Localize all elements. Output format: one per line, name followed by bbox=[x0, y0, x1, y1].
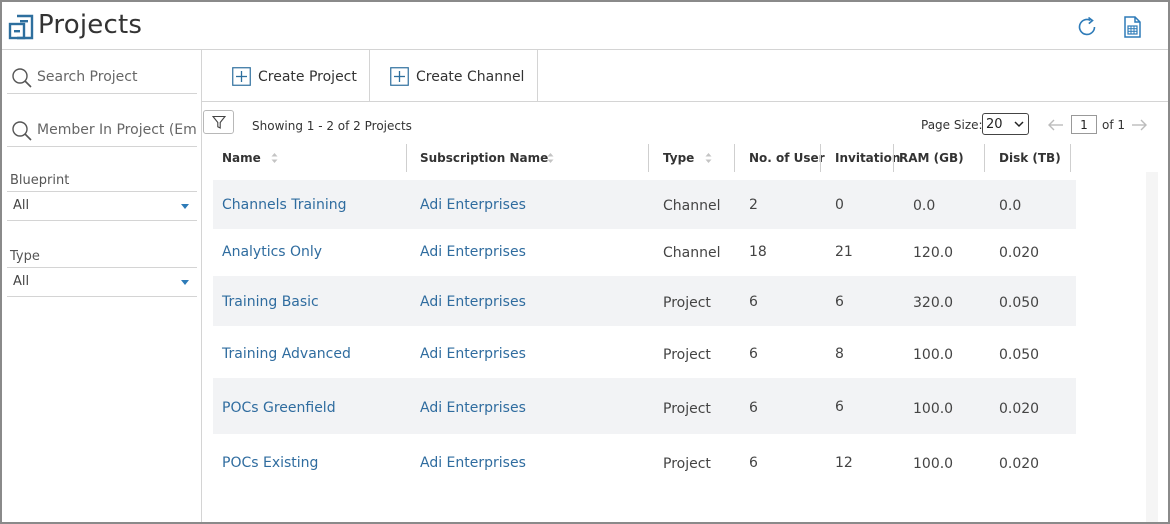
page-size-label: Page Size: bbox=[921, 118, 983, 132]
type-select[interactable]: All bbox=[7, 267, 197, 297]
disk-cell: 0.020 bbox=[999, 245, 1040, 261]
create-channel-label: Create Channel bbox=[416, 69, 525, 85]
ram-cell: 100.0 bbox=[913, 456, 954, 472]
page-title: Projects bbox=[38, 10, 143, 40]
table-row[interactable]: Analytics Only Adi Enterprises Channel 1… bbox=[213, 229, 1076, 276]
refresh-icon[interactable] bbox=[1074, 14, 1100, 40]
page-size-select[interactable]: 20 bbox=[982, 113, 1029, 135]
type-cell: Channel bbox=[663, 245, 721, 261]
plus-square-icon bbox=[390, 67, 409, 86]
type-cell: Channel bbox=[663, 198, 721, 214]
subscription-name-link[interactable]: Adi Enterprises bbox=[420, 455, 526, 471]
results-count: Showing 1 - 2 of 2 Projects bbox=[252, 119, 412, 133]
subscription-name-link[interactable]: Adi Enterprises bbox=[420, 244, 526, 260]
subscription-name-link[interactable]: Adi Enterprises bbox=[420, 400, 526, 416]
project-name-link[interactable]: POCs Existing bbox=[222, 455, 318, 471]
table-row[interactable]: Channels Training Adi Enterprises Channe… bbox=[213, 180, 1076, 229]
disk-cell: 0.050 bbox=[999, 347, 1040, 363]
plus-square-icon bbox=[232, 67, 251, 86]
caret-down-icon bbox=[181, 280, 189, 285]
invitation-cell: 12 bbox=[835, 455, 853, 471]
column-header-subscription[interactable]: Subscription Name bbox=[407, 142, 649, 174]
table-header: Name Subscription Name Type No. of User … bbox=[213, 142, 1073, 174]
table-row[interactable]: Training Basic Adi Enterprises Project 6… bbox=[213, 276, 1076, 326]
filter-sidebar: Blueprint All Type All bbox=[2, 50, 202, 522]
blueprint-label: Blueprint bbox=[10, 173, 70, 188]
blueprint-select[interactable]: All bbox=[7, 191, 197, 221]
create-project-label: Create Project bbox=[258, 69, 357, 85]
member-search-box bbox=[7, 115, 197, 147]
column-header-disk[interactable]: Disk (TB) bbox=[985, 142, 1071, 174]
funnel-icon bbox=[212, 115, 226, 129]
chevron-down-icon bbox=[1014, 121, 1024, 128]
users-cell: 6 bbox=[749, 455, 758, 471]
member-search-input[interactable] bbox=[37, 118, 197, 142]
users-cell: 6 bbox=[749, 400, 758, 416]
subscription-name-link[interactable]: Adi Enterprises bbox=[420, 197, 526, 213]
sort-icon bbox=[547, 153, 554, 163]
type-cell: Project bbox=[663, 456, 711, 472]
disk-cell: 0.020 bbox=[999, 456, 1040, 472]
disk-cell: 0.020 bbox=[999, 401, 1040, 417]
invitation-cell: 0 bbox=[835, 197, 844, 213]
projects-logo-icon bbox=[8, 14, 34, 40]
sort-icon bbox=[271, 153, 278, 163]
users-cell: 6 bbox=[749, 294, 758, 310]
create-project-button[interactable]: Create Project bbox=[202, 50, 370, 102]
users-cell: 2 bbox=[749, 197, 758, 213]
disk-cell: 0.0 bbox=[999, 198, 1022, 214]
ram-cell: 320.0 bbox=[913, 295, 954, 311]
column-header-type[interactable]: Type bbox=[649, 142, 735, 174]
type-cell: Project bbox=[663, 347, 711, 363]
search-icon bbox=[12, 121, 32, 141]
type-cell: Project bbox=[663, 401, 711, 417]
table-row[interactable]: POCs Existing Adi Enterprises Project 6 … bbox=[213, 434, 1076, 488]
next-page-arrow-icon[interactable] bbox=[1130, 116, 1148, 134]
search-project-input[interactable] bbox=[37, 65, 197, 89]
action-toolbar: Create Project Create Channel bbox=[202, 50, 1168, 102]
column-header-name[interactable]: Name bbox=[213, 142, 407, 174]
subscription-name-link[interactable]: Adi Enterprises bbox=[420, 294, 526, 310]
page-number-input[interactable] bbox=[1071, 115, 1097, 134]
blueprint-select-value: All bbox=[13, 198, 30, 213]
users-cell: 6 bbox=[749, 346, 758, 362]
create-channel-button[interactable]: Create Channel bbox=[370, 50, 538, 102]
table-row[interactable]: POCs Greenfield Adi Enterprises Project … bbox=[213, 378, 1076, 434]
project-name-link[interactable]: POCs Greenfield bbox=[222, 400, 336, 416]
type-select-value: All bbox=[13, 274, 30, 289]
spreadsheet-export-icon[interactable] bbox=[1119, 14, 1145, 40]
page-total: of 1 bbox=[1102, 118, 1126, 132]
filter-toggle-button[interactable] bbox=[203, 110, 234, 134]
sort-icon bbox=[705, 153, 712, 163]
page-size-value: 20 bbox=[986, 117, 1003, 132]
invitation-cell: 6 bbox=[835, 399, 844, 415]
app-window: Projects Search Project Member In Projec… bbox=[0, 0, 1170, 524]
project-name-link[interactable]: Channels Training bbox=[222, 197, 346, 213]
table-scrollbar[interactable] bbox=[1146, 172, 1158, 522]
ram-cell: 100.0 bbox=[913, 401, 954, 417]
search-icon bbox=[12, 68, 32, 88]
column-header-users[interactable]: No. of User bbox=[735, 142, 825, 174]
type-label: Type bbox=[10, 249, 40, 264]
ram-cell: 0.0 bbox=[913, 198, 936, 214]
table-row[interactable]: Training Advanced Adi Enterprises Projec… bbox=[213, 326, 1076, 378]
column-header-invitation[interactable]: Invitation bbox=[821, 142, 900, 174]
search-project-box bbox=[7, 62, 197, 94]
caret-down-icon bbox=[181, 204, 189, 209]
page-header: Projects bbox=[2, 2, 1168, 50]
ram-cell: 120.0 bbox=[913, 245, 954, 261]
disk-cell: 0.050 bbox=[999, 295, 1040, 311]
column-header-ram[interactable]: RAM (GB) bbox=[894, 142, 985, 174]
invitation-cell: 21 bbox=[835, 244, 853, 260]
invitation-cell: 8 bbox=[835, 346, 844, 362]
users-cell: 18 bbox=[749, 244, 767, 260]
subscription-name-link[interactable]: Adi Enterprises bbox=[420, 346, 526, 362]
prev-page-arrow-icon[interactable] bbox=[1047, 116, 1065, 134]
project-name-link[interactable]: Analytics Only bbox=[222, 244, 322, 260]
type-cell: Project bbox=[663, 295, 711, 311]
ram-cell: 100.0 bbox=[913, 347, 954, 363]
project-name-link[interactable]: Training Advanced bbox=[222, 346, 351, 362]
project-name-link[interactable]: Training Basic bbox=[222, 294, 319, 310]
invitation-cell: 6 bbox=[835, 294, 844, 310]
